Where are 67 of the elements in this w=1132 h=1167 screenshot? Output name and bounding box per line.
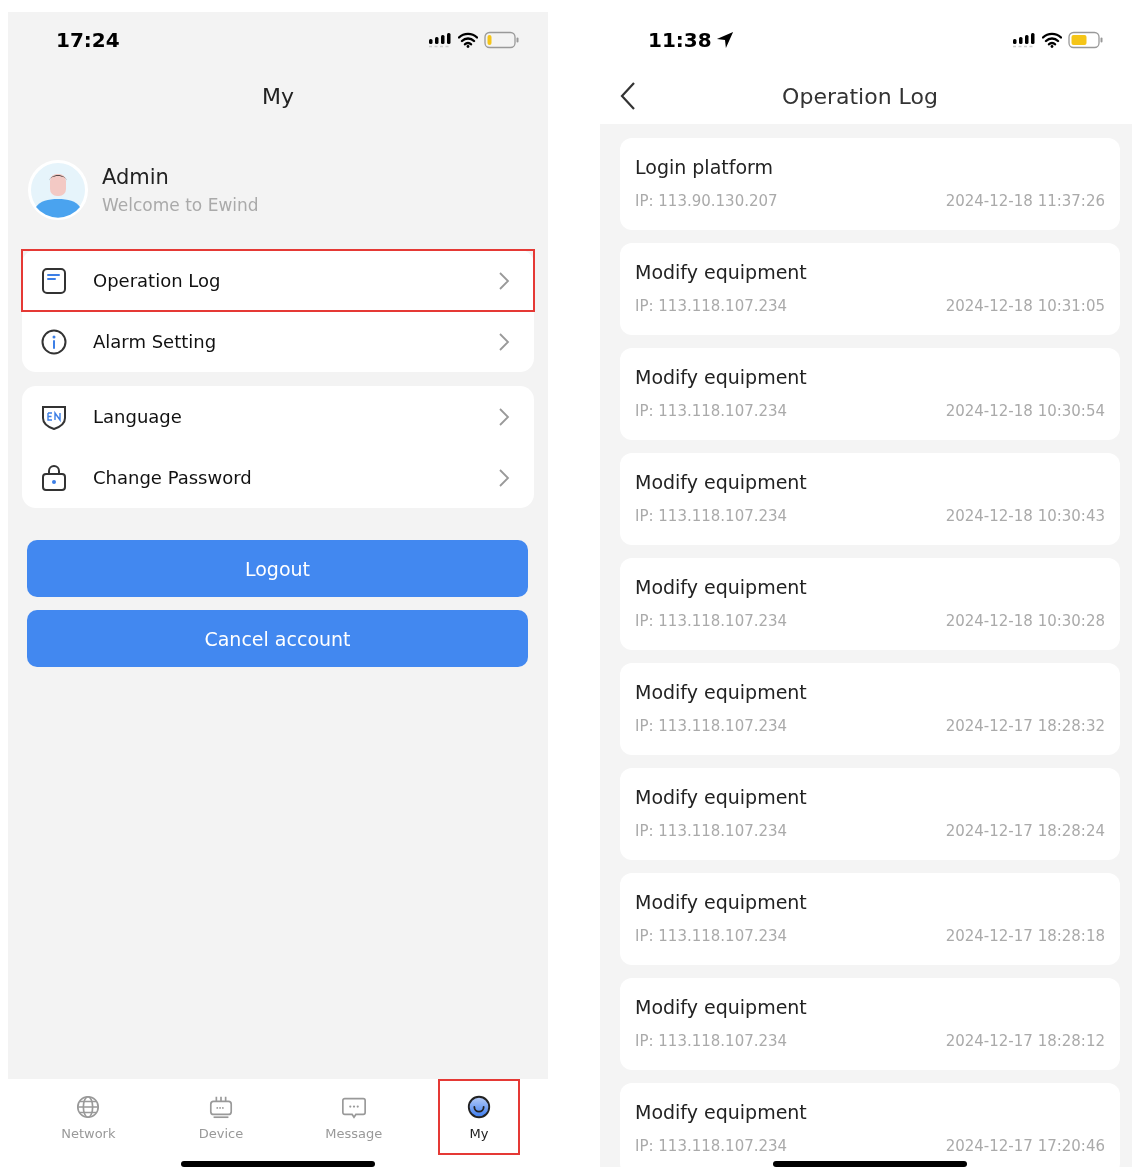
log-timestamp: 2024-12-17 18:28:18	[945, 927, 1105, 945]
log-action: Modify equipment	[635, 681, 808, 703]
smile-face-icon	[466, 1093, 492, 1120]
ip-address: IP: 113.118.107.234	[635, 612, 788, 630]
lock-icon	[40, 463, 68, 492]
tab-label: Network	[61, 1125, 116, 1141]
log-action: Modify equipment	[635, 786, 808, 808]
log-action: Modify equipment	[635, 366, 808, 388]
location-arrow-icon	[715, 31, 734, 49]
log-action: Modify equipment	[635, 996, 808, 1018]
log-action: Login platform	[635, 156, 775, 178]
ip-address: IP: 113.118.107.234	[635, 507, 788, 525]
screen-title: My	[261, 83, 295, 111]
info-icon	[40, 327, 68, 356]
wifi-icon	[458, 32, 478, 48]
ip-address: IP: 113.118.107.234	[635, 717, 788, 735]
log-action: Modify equipment	[635, 261, 808, 283]
ip-address: IP: 113.118.107.234	[635, 402, 788, 420]
menu-label: Alarm Setting	[93, 331, 218, 352]
tab-label: My	[469, 1125, 489, 1141]
menu-label: Language	[93, 406, 183, 427]
menu-item[interactable]: Operation Log	[22, 250, 534, 311]
menu-item[interactable]: Alarm Setting	[22, 311, 534, 372]
log-action: Modify equipment	[635, 891, 808, 913]
ip-address: IP: 113.118.107.234	[635, 1032, 788, 1050]
status-time: 11:38	[648, 28, 712, 52]
log-timestamp: 2024-12-18 11:37:26	[945, 192, 1105, 210]
tab-label: Device	[198, 1125, 244, 1141]
globe-icon	[75, 1093, 102, 1120]
chevron-right-icon	[498, 270, 510, 291]
menu-label: Operation Log	[93, 270, 222, 291]
log-action: Modify equipment	[635, 576, 808, 598]
chevron-right-icon	[498, 331, 510, 352]
tab[interactable]: My	[438, 1079, 520, 1155]
document-icon	[40, 266, 68, 295]
log-timestamp: 2024-12-17 18:28:24	[945, 822, 1105, 840]
log-action: Modify equipment	[635, 471, 808, 493]
log-timestamp: 2024-12-17 18:28:32	[945, 717, 1105, 735]
log-timestamp: 2024-12-18 10:31:05	[945, 297, 1105, 315]
battery-icon	[484, 31, 520, 49]
ip-address: IP: 113.118.107.234	[635, 927, 788, 945]
signal-icon	[1012, 32, 1036, 48]
status-time: 17:24	[56, 28, 120, 52]
log-timestamp: 2024-12-18 10:30:54	[945, 402, 1105, 420]
chevron-right-icon	[498, 406, 510, 427]
log-timestamp: 2024-12-17 18:28:12	[945, 1032, 1105, 1050]
chevron-left-icon	[620, 81, 636, 111]
screen-title: Operation Log	[781, 83, 939, 109]
user-name: Admin	[102, 165, 170, 189]
menu-label: Change Password	[93, 467, 253, 488]
log-timestamp: 2024-12-17 17:20:46	[945, 1137, 1105, 1155]
ip-address: IP: 113.118.107.234	[635, 822, 788, 840]
menu-item[interactable]: Language	[22, 386, 534, 447]
chevron-right-icon	[498, 467, 510, 488]
signal-icon	[428, 32, 452, 48]
menu-item[interactable]: Change Password	[22, 447, 534, 508]
ip-address: IP: 113.118.107.234	[635, 297, 788, 315]
avatar-silhouette-icon	[28, 160, 88, 220]
log-timestamp: 2024-12-18 10:30:28	[945, 612, 1105, 630]
log-action: Modify equipment	[635, 1101, 808, 1123]
ip-address: IP: 113.90.130.207	[635, 192, 778, 210]
tab-label: Message	[325, 1125, 383, 1141]
log-timestamp: 2024-12-18 10:30:43	[945, 507, 1105, 525]
ip-address: IP: 113.118.107.234	[635, 1137, 788, 1155]
wifi-icon	[1042, 32, 1062, 48]
welcome-text: Welcome to Ewind	[102, 195, 259, 215]
battery-icon	[1068, 31, 1104, 49]
